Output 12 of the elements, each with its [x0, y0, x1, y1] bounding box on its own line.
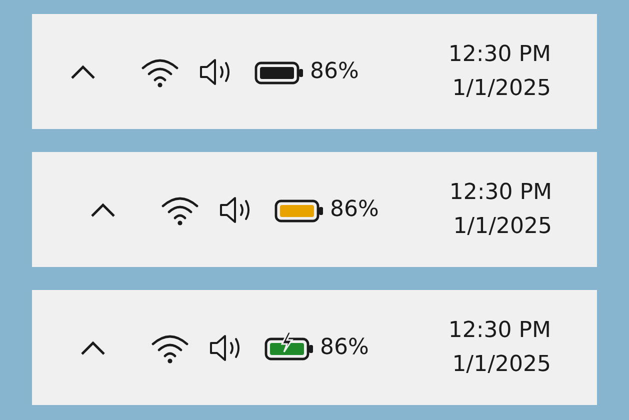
- clock-date: 1/1/2025: [453, 212, 552, 240]
- chevron-up-icon[interactable]: [70, 64, 96, 80]
- clock-date: 1/1/2025: [452, 350, 551, 378]
- chevron-up-icon[interactable]: [80, 340, 106, 356]
- clock-time: 12:30 PM: [448, 40, 551, 68]
- battery-percentage: 86%: [320, 335, 369, 360]
- battery-percentage: 86%: [310, 59, 359, 84]
- clock-time: 12:30 PM: [448, 316, 551, 344]
- clock-time: 12:30 PM: [449, 178, 552, 206]
- battery-percentage: 86%: [330, 197, 379, 222]
- chevron-up-icon[interactable]: [90, 202, 116, 218]
- clock-date: 1/1/2025: [452, 74, 551, 102]
